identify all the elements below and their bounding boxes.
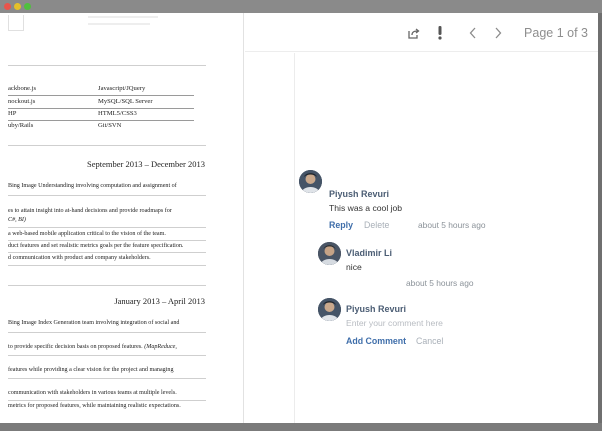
exclamation-icon: [438, 26, 442, 40]
skill-cell: uby/Rails: [8, 122, 34, 129]
window-titlebar: [0, 0, 602, 13]
table-line: [8, 108, 194, 109]
job-line: features while providing a clear vision …: [8, 367, 174, 373]
composer-author[interactable]: Piyush Revuri: [346, 304, 406, 314]
avatar-image: [299, 170, 322, 193]
job-date: September 2013 – December 2013: [86, 159, 205, 169]
close-window-button[interactable]: [4, 3, 11, 10]
comment-author[interactable]: Vladimir Li: [346, 248, 392, 258]
job-line: es to attain insight into at-hand decisi…: [8, 208, 172, 214]
comments-gutter: [294, 53, 295, 423]
avatar-image: [318, 298, 341, 321]
job-line: to provide specific decision basis on pr…: [8, 344, 177, 350]
table-line: [8, 120, 194, 121]
job-line: communication with stakeholders in vario…: [8, 390, 177, 396]
job-line: Bing Image Index Generation team involvi…: [8, 320, 180, 326]
cancel-button[interactable]: Cancel: [416, 336, 443, 346]
avatar[interactable]: [318, 242, 341, 265]
next-page-button[interactable]: [487, 22, 509, 44]
paragraph-divider: [8, 252, 206, 253]
paragraph-divider: [8, 355, 206, 356]
zoom-window-button[interactable]: [24, 3, 31, 10]
previous-page-button[interactable]: [462, 22, 484, 44]
table-line: [8, 95, 194, 96]
paragraph-divider: [8, 195, 206, 196]
skill-cell: Git/SVN: [98, 122, 122, 129]
delete-button[interactable]: Delete: [364, 220, 389, 230]
share-icon: [407, 28, 420, 39]
job-line: d communication with product and company…: [8, 255, 151, 261]
window-bottom-edge: [0, 423, 602, 431]
chevron-left-icon: [469, 27, 476, 39]
skill-cell: HP: [8, 110, 17, 117]
header-faint-text: [88, 16, 158, 18]
page-indicator: Page 1 of 3: [524, 26, 588, 40]
job-line-tech: (MapReduce,: [144, 344, 177, 350]
paragraph-divider: [8, 227, 206, 228]
job-line: a web-based mobile application critical …: [8, 231, 166, 237]
app-window: ackbone.js Javascript/JQuery nockout.js …: [0, 13, 598, 423]
share-button[interactable]: [402, 22, 424, 44]
paragraph-divider: [8, 378, 206, 379]
window-edge: [598, 13, 602, 423]
avatar[interactable]: [318, 298, 341, 321]
comment-timestamp: about 5 hours ago: [406, 278, 474, 288]
skill-cell: Javascript/JQuery: [98, 85, 146, 92]
job-line-tech: C#, BI): [8, 217, 26, 223]
reply-button[interactable]: Reply: [329, 220, 353, 230]
avatar[interactable]: [299, 170, 322, 193]
job-line: C#, BI): [8, 217, 26, 223]
avatar-image: [318, 242, 341, 265]
job-line-text: to provide specific decision basis on pr…: [8, 344, 143, 350]
section-divider: [8, 65, 206, 66]
paragraph-divider: [8, 240, 206, 241]
header-faint-text: [88, 23, 150, 25]
flag-button[interactable]: [429, 22, 451, 44]
minimize-window-button[interactable]: [14, 3, 21, 10]
section-divider: [8, 285, 206, 286]
job-line: duct features and set realistic metrics …: [8, 243, 184, 249]
paragraph-divider: [8, 332, 206, 333]
viewer-toolbar: Page 1 of 3: [245, 13, 598, 52]
skill-cell: nockout.js: [8, 98, 36, 105]
skill-cell: MySQL/SQL Server: [98, 98, 153, 105]
chevron-right-icon: [495, 27, 502, 39]
job-line: Bing Image Understanding involving compu…: [8, 183, 177, 189]
comment-author[interactable]: Piyush Revuri: [329, 189, 389, 199]
add-comment-button[interactable]: Add Comment: [346, 336, 406, 346]
comment-timestamp: about 5 hours ago: [418, 220, 486, 230]
comment-text: nice: [346, 262, 362, 272]
skill-cell: ackbone.js: [8, 85, 37, 92]
resume-document[interactable]: ackbone.js Javascript/JQuery nockout.js …: [0, 13, 244, 423]
document-logo: [8, 15, 24, 31]
paragraph-divider: [8, 400, 206, 401]
section-divider: [8, 145, 206, 146]
paragraph-divider: [8, 265, 206, 266]
job-date: January 2013 – April 2013: [114, 296, 205, 306]
comment-text: This was a cool job: [329, 203, 403, 213]
job-line: metrics for proposed features, while mai…: [8, 403, 181, 409]
comment-input[interactable]: [346, 317, 576, 329]
skill-cell: HTML5/CSS3: [98, 110, 137, 117]
